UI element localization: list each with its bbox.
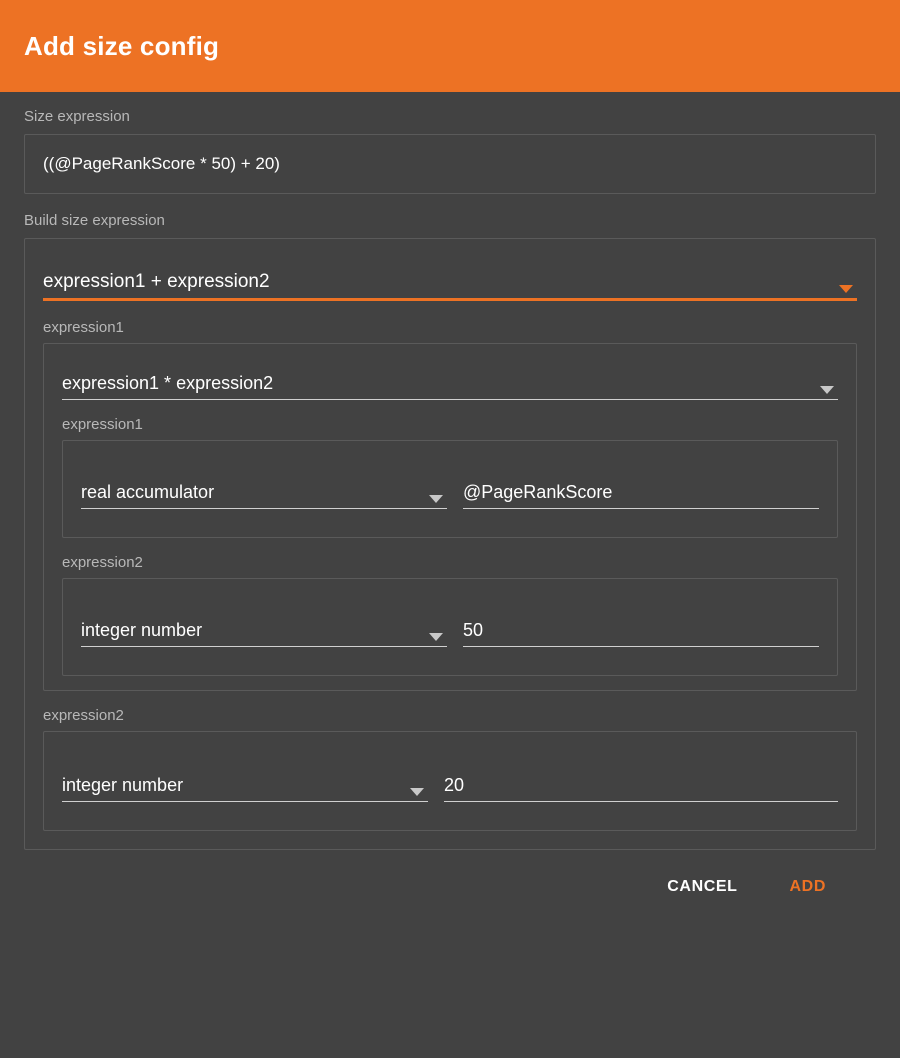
chevron-down-icon (429, 495, 443, 503)
operand1-operand2-row: integer number 50 (81, 597, 819, 661)
operand1-panel: expression1 * expression2 expression1 re… (43, 343, 857, 691)
operand2-type-select[interactable]: integer number (62, 768, 428, 802)
operand2-row: integer number 20 (62, 752, 838, 816)
expression-builder-root-panel: expression1 + expression2 expression1 ex… (24, 238, 876, 850)
operand2-value-text: 20 (444, 775, 464, 796)
operand2-value-input[interactable]: 20 (444, 768, 838, 802)
operand1-operand2-type-select-value: integer number (81, 620, 202, 641)
operand2-panel: integer number 20 (43, 731, 857, 831)
chevron-down-icon (839, 285, 853, 293)
operand1-operand1-panel: real accumulator @PageRankScore (62, 440, 838, 538)
input-underline (444, 801, 838, 802)
operand1-operand1-type-select-value: real accumulator (81, 482, 214, 503)
build-size-expression-label: Build size expression (24, 212, 876, 230)
size-expression-value: ((@PageRankScore * 50) + 20) (24, 134, 876, 194)
select-underline (62, 399, 838, 400)
dialog-body: Size expression ((@PageRankScore * 50) +… (0, 92, 900, 902)
operand1-operand2-type-select[interactable]: integer number (81, 613, 447, 647)
operand1-operand1-type-select[interactable]: real accumulator (81, 475, 447, 509)
spacer (24, 194, 876, 212)
operand1-operand1-label: expression1 (62, 416, 838, 433)
input-underline (463, 508, 819, 509)
select-underline (43, 298, 857, 301)
operand1-operand2-value-input[interactable]: 50 (463, 613, 819, 647)
dialog-footer: CANCEL ADD (24, 850, 876, 902)
size-expression-label: Size expression (24, 108, 876, 126)
page-title: Add size config (24, 31, 219, 62)
operand1-operand1-value-text: @PageRankScore (463, 482, 612, 503)
select-underline (62, 801, 428, 802)
chevron-down-icon (410, 788, 424, 796)
select-underline (81, 508, 447, 509)
select-underline (81, 646, 447, 647)
operand1-operator-select[interactable]: expression1 * expression2 (62, 364, 838, 400)
operand1-operand1-row: real accumulator @PageRankScore (81, 459, 819, 523)
root-operator-select-value: expression1 + expression2 (43, 271, 270, 293)
dialog-header: Add size config (0, 0, 900, 92)
add-button[interactable]: ADD (786, 872, 830, 902)
operand2-type-select-value: integer number (62, 775, 183, 796)
chevron-down-icon (820, 386, 834, 394)
root-operand2-label: expression2 (43, 707, 857, 724)
cancel-button[interactable]: CANCEL (663, 872, 741, 902)
chevron-down-icon (429, 633, 443, 641)
input-underline (463, 646, 819, 647)
root-operator-select[interactable]: expression1 + expression2 (43, 261, 857, 301)
operand1-operand2-panel: integer number 50 (62, 578, 838, 676)
root-operand1-label: expression1 (43, 319, 857, 336)
operand1-operand1-value-input[interactable]: @PageRankScore (463, 475, 819, 509)
operand1-operand2-label: expression2 (62, 554, 838, 571)
operand1-operand2-value-text: 50 (463, 620, 483, 641)
operand1-operator-select-value: expression1 * expression2 (62, 373, 273, 394)
